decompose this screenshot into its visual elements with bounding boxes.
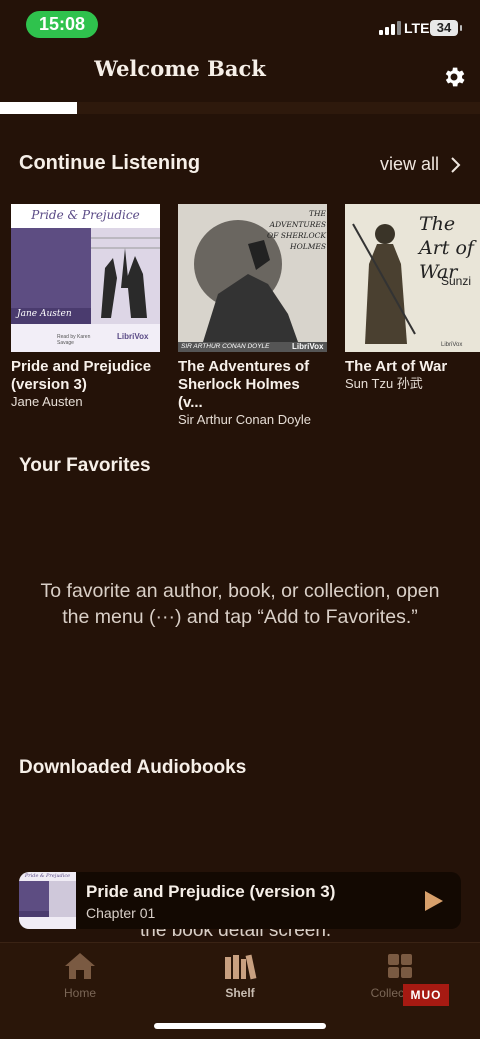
tab-home-label: Home [63,986,96,1000]
book-cover[interactable]: Pride & Prejudice Jane Austen Read by Ka… [11,204,160,352]
cover-author: Sunzi [441,274,472,288]
mini-player-cover: Pride & Prejudice [19,872,76,929]
mini-player[interactable]: Pride & Prejudice Pride and Prejudice (v… [19,872,461,929]
battery-indicator: 34 [430,20,462,36]
book-author: Sun Tzu 孙武 [345,376,423,391]
tab-shelf-label: Shelf [225,986,255,1000]
cover-publisher: LibriVox [292,342,324,351]
cover-reader: Read by Karen Savage [57,334,91,346]
cover-author: SIR ARTHUR CONAN DOYLE [181,343,270,350]
mini-player-chapter: Chapter 01 [86,905,156,921]
book-author: Sir Arthur Conan Doyle [178,412,311,427]
mini-player-title: Pride and Prejudice (version 3) [86,882,336,901]
chevron-right-icon[interactable] [450,156,462,174]
cover-author: Jane Austen [17,309,72,319]
view-all-link[interactable]: view all [380,154,439,175]
tab-home[interactable]: Home [20,951,140,1000]
grid-icon [388,954,412,978]
watermark-logo: MUO [403,984,449,1006]
status-bar: 15:08 LTE 34 [0,0,480,50]
home-indicator[interactable] [154,1023,326,1029]
books-icon [225,954,257,980]
book-title: The Adventures of Sherlock Holmes (v... [178,358,310,411]
play-icon[interactable] [422,890,444,912]
favorites-empty-message: To favorite an author, book, or collecti… [40,580,440,628]
cover-publisher: LibriVox [441,342,463,348]
book-title: The Art of War [345,358,448,375]
gear-icon[interactable] [441,64,467,90]
page-title: Welcome Back [94,56,266,81]
book-title: Pride and Prejudice (version 3) [11,358,152,393]
favorites-title: Your Favorites [19,455,151,476]
book-author: Jane Austen [11,394,83,409]
home-icon [65,953,95,979]
tab-shelf[interactable]: Shelf [180,951,300,1000]
network-label: LTE [404,20,430,36]
progress-fill [0,102,77,114]
book-card-pride-and-prejudice[interactable]: Pride & Prejudice Jane Austen Read by Ka… [11,204,160,410]
book-cover[interactable]: THE ADVENTURES OF SHERLOCK HOLMES SIR AR… [178,204,327,352]
cover-title: THE ADVENTURES OF SHERLOCK HOLMES [266,209,326,251]
book-card-art-of-war[interactable]: The Art of War Sunzi LibriVox The Art of… [345,204,480,392]
status-time: 15:08 [26,11,98,38]
ballroom-illustration [91,237,160,318]
book-cover[interactable]: The Art of War Sunzi LibriVox [345,204,480,352]
cover-title: Pride & Prejudice [31,208,140,222]
continue-listening-title: Continue Listening [19,152,201,174]
signal-icon [379,21,401,35]
book-card-sherlock-holmes[interactable]: THE ADVENTURES OF SHERLOCK HOLMES SIR AR… [178,204,327,428]
download-progress-bar [0,102,480,114]
downloaded-title: Downloaded Audiobooks [19,757,247,778]
mini-cover-title: Pride & Prejudice [24,873,71,879]
cover-publisher: LibriVox [117,332,149,341]
